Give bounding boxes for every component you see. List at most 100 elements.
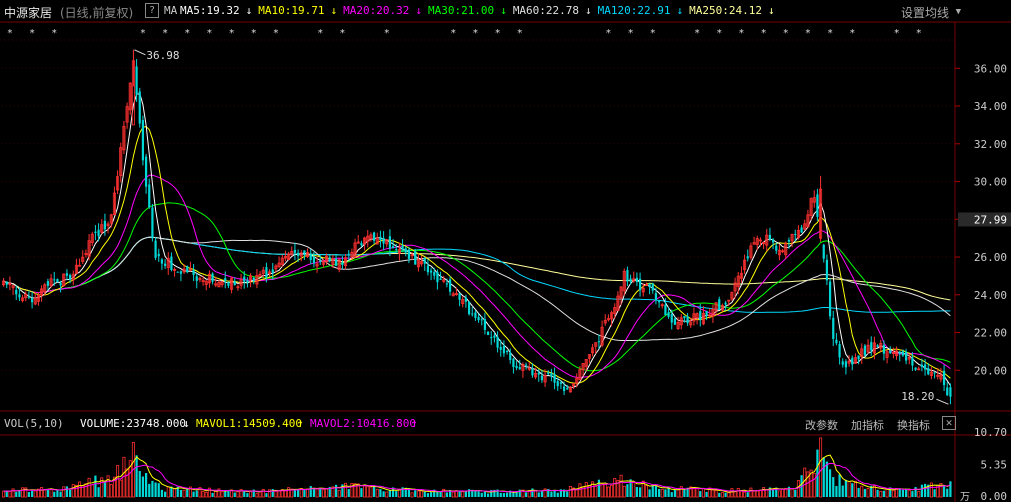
- candle-body[interactable]: [832, 317, 835, 339]
- volume-bar[interactable]: [701, 488, 705, 498]
- volume-bar[interactable]: [416, 490, 420, 498]
- volume-bar[interactable]: [733, 491, 737, 498]
- candle-body[interactable]: [97, 229, 100, 237]
- candle-body[interactable]: [794, 233, 797, 235]
- candle-body[interactable]: [664, 304, 667, 316]
- volume-bar[interactable]: [578, 483, 582, 498]
- volume-bars[interactable]: [2, 437, 952, 498]
- help-icon[interactable]: ?: [145, 3, 159, 18]
- volume-bar[interactable]: [676, 489, 680, 498]
- volume-bar[interactable]: [648, 489, 651, 497]
- volume-bar[interactable]: [597, 479, 601, 497]
- volume-bar[interactable]: [97, 487, 100, 497]
- candle-body[interactable]: [898, 351, 901, 354]
- candle-body[interactable]: [401, 245, 404, 251]
- candle-body[interactable]: [515, 365, 518, 368]
- candle-body[interactable]: [851, 357, 854, 365]
- candle-body[interactable]: [59, 283, 62, 286]
- volume-bar[interactable]: [822, 457, 825, 497]
- volume-bar[interactable]: [556, 492, 559, 497]
- volume-bar[interactable]: [344, 482, 348, 498]
- candle-body[interactable]: [825, 259, 829, 281]
- volume-bar[interactable]: [27, 492, 31, 497]
- volume-bar[interactable]: [699, 491, 702, 497]
- volume-bar[interactable]: [293, 490, 297, 497]
- volume-bar[interactable]: [654, 485, 658, 497]
- candle-body[interactable]: [293, 249, 297, 253]
- volume-bar[interactable]: [84, 483, 88, 498]
- candle-body[interactable]: [746, 256, 749, 259]
- volume-bar[interactable]: [103, 480, 107, 497]
- volume-bar[interactable]: [771, 489, 775, 497]
- volume-bar[interactable]: [157, 483, 160, 497]
- volume-bar[interactable]: [876, 489, 879, 497]
- volume-bar[interactable]: [116, 465, 120, 498]
- candle-body[interactable]: [186, 266, 189, 273]
- volume-bar[interactable]: [613, 477, 617, 498]
- volume-bar[interactable]: [160, 489, 164, 497]
- candle-body[interactable]: [163, 263, 167, 266]
- candles[interactable]: [2, 49, 952, 405]
- volume-bar[interactable]: [794, 489, 797, 497]
- volume-bar[interactable]: [325, 488, 329, 498]
- candle-body[interactable]: [68, 274, 72, 280]
- chevron-down-icon[interactable]: ▼: [956, 7, 961, 17]
- volume-bar[interactable]: [372, 485, 376, 497]
- volume-bar[interactable]: [714, 490, 718, 498]
- volume-bar[interactable]: [382, 491, 385, 497]
- volume-bar[interactable]: [670, 492, 673, 497]
- candle-body[interactable]: [502, 346, 506, 354]
- volume-bar[interactable]: [423, 491, 426, 497]
- volume-bar[interactable]: [195, 490, 198, 497]
- volume-bar[interactable]: [78, 481, 82, 498]
- candle-body[interactable]: [670, 314, 673, 323]
- volume-bar[interactable]: [914, 487, 917, 497]
- volume-bar[interactable]: [243, 491, 246, 497]
- close-icon[interactable]: ✕: [942, 416, 956, 430]
- volume-bar[interactable]: [610, 484, 614, 498]
- candle-body[interactable]: [46, 281, 50, 286]
- candle-body[interactable]: [448, 279, 452, 292]
- volume-bar[interactable]: [236, 491, 240, 498]
- volume-bar[interactable]: [420, 490, 424, 498]
- volume-bar[interactable]: [660, 488, 664, 498]
- volume-bar[interactable]: [920, 484, 924, 497]
- candle-body[interactable]: [775, 245, 778, 251]
- candle-body[interactable]: [347, 253, 350, 255]
- volume-bar[interactable]: [414, 490, 417, 497]
- candle-body[interactable]: [414, 250, 417, 265]
- candle-body[interactable]: [562, 386, 566, 392]
- candle-body[interactable]: [844, 361, 848, 368]
- volume-bar[interactable]: [163, 491, 167, 497]
- volume-bar[interactable]: [40, 487, 44, 498]
- volume-bar[interactable]: [277, 490, 281, 498]
- candle-body[interactable]: [433, 271, 436, 276]
- volume-bar[interactable]: [154, 482, 157, 497]
- volume-bar[interactable]: [186, 488, 189, 497]
- candle-body[interactable]: [391, 246, 395, 249]
- candle-body[interactable]: [505, 350, 509, 352]
- volume-bar[interactable]: [445, 492, 449, 497]
- candle-body[interactable]: [556, 381, 559, 387]
- volume-bar[interactable]: [524, 492, 528, 497]
- candle-body[interactable]: [176, 271, 179, 273]
- candle-body[interactable]: [949, 387, 952, 397]
- candle-body[interactable]: [464, 297, 468, 302]
- volume-bar[interactable]: [917, 490, 921, 498]
- volume-bar[interactable]: [594, 485, 598, 498]
- volume-bar[interactable]: [227, 490, 230, 497]
- candle-body[interactable]: [436, 271, 439, 283]
- candle-body[interactable]: [179, 271, 183, 274]
- volume-bar[interactable]: [109, 484, 113, 498]
- candle-body[interactable]: [407, 249, 411, 259]
- volume-bar[interactable]: [379, 489, 382, 497]
- volume-bar[interactable]: [752, 490, 756, 498]
- volume-bar[interactable]: [486, 493, 490, 497]
- candle-body[interactable]: [490, 337, 493, 339]
- volume-bar[interactable]: [828, 469, 832, 497]
- volume-bar[interactable]: [727, 492, 731, 498]
- candle-body[interactable]: [151, 207, 154, 239]
- candle-body[interactable]: [537, 372, 540, 375]
- volume-bar[interactable]: [718, 492, 721, 497]
- volume-bar[interactable]: [901, 489, 905, 497]
